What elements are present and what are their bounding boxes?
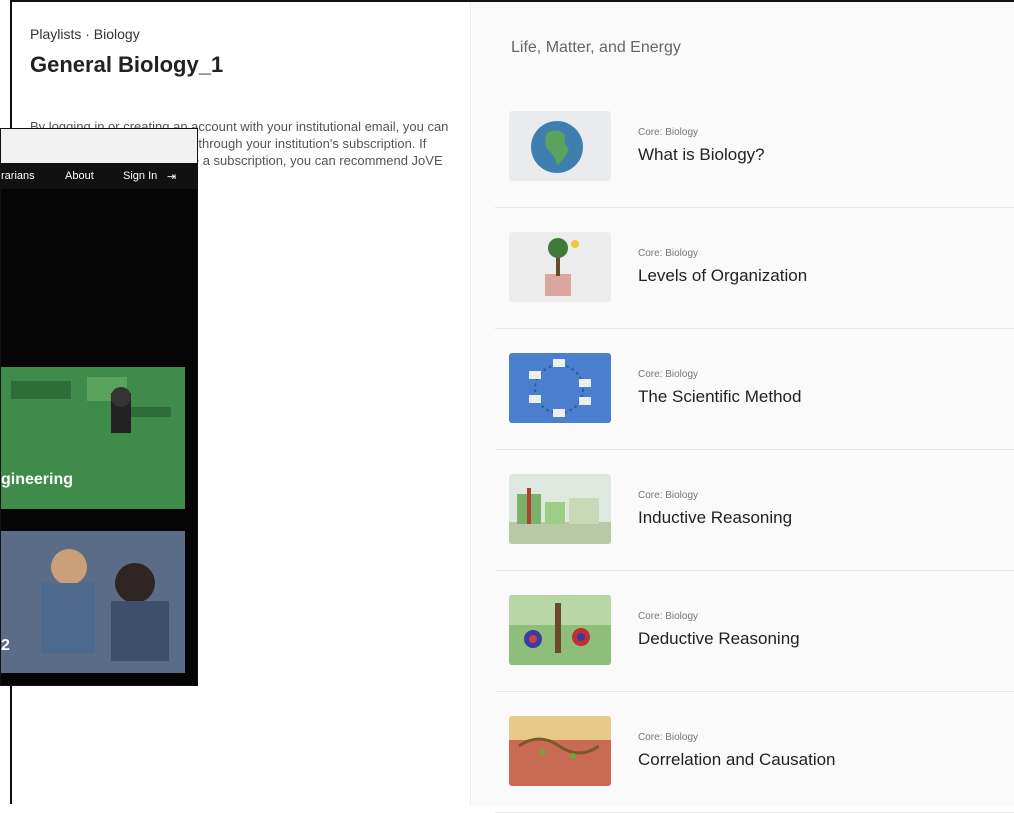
video-thumbnail[interactable] <box>509 353 611 423</box>
video-item[interactable]: Core: Biology What is Biology? <box>495 87 1014 208</box>
video-category: Core: Biology <box>638 369 699 380</box>
video-thumbnail[interactable] <box>509 474 611 544</box>
nav-about[interactable]: About <box>65 170 94 182</box>
nav-librarians[interactable]: rarians <box>1 170 35 182</box>
category-card-label: gineering <box>1 471 74 488</box>
category-card-label: 2 <box>1 637 10 654</box>
video-category: Core: Biology <box>638 127 699 138</box>
video-category: Core: Biology <box>638 248 699 259</box>
video-title[interactable]: Deductive Reasoning <box>638 629 800 649</box>
category-card[interactable]: gineering <box>1 367 185 509</box>
category-card[interactable]: 2 <box>1 531 185 673</box>
video-item[interactable]: Core: Biology Levels of Organization <box>495 208 1014 329</box>
breadcrumb[interactable]: Playlists · Biology <box>30 26 140 42</box>
video-title[interactable]: Inductive Reasoning <box>638 508 792 528</box>
video-thumbnail[interactable] <box>509 716 611 786</box>
mobile-window-overlay: rarians About Sign In ⇥ gineering 2 <box>0 128 198 686</box>
video-item[interactable]: Core: Biology Deductive Reasoning <box>495 571 1014 692</box>
video-item[interactable]: Core: Biology Correlation and Causation <box>495 692 1014 813</box>
playlist-panel: Life, Matter, and Energy Core: Biology W… <box>470 2 1014 813</box>
video-thumbnail[interactable] <box>509 595 611 665</box>
video-category: Core: Biology <box>638 490 699 501</box>
video-title[interactable]: Levels of Organization <box>638 266 807 286</box>
video-title[interactable]: The Scientific Method <box>638 387 801 407</box>
top-nav-bar: rarians About Sign In ⇥ <box>1 163 197 189</box>
video-item[interactable]: Core: Biology Inductive Reasoning <box>495 450 1014 571</box>
browser-toolbar <box>1 129 197 164</box>
video-thumbnail[interactable] <box>509 232 611 302</box>
nav-sign-in[interactable]: Sign In <box>123 170 157 182</box>
video-category: Core: Biology <box>638 611 699 622</box>
sign-in-icon[interactable]: ⇥ <box>167 170 176 183</box>
video-title[interactable]: Correlation and Causation <box>638 750 836 770</box>
video-title[interactable]: What is Biology? <box>638 145 765 165</box>
video-list: Core: Biology What is Biology? Core: Bio… <box>495 87 1014 813</box>
page-title: General Biology_1 <box>30 52 224 77</box>
video-category: Core: Biology <box>638 732 699 743</box>
video-item[interactable]: Core: Biology The Scientific Method <box>495 329 1014 450</box>
video-thumbnail[interactable] <box>509 111 611 181</box>
section-title: Life, Matter, and Energy <box>511 39 681 56</box>
